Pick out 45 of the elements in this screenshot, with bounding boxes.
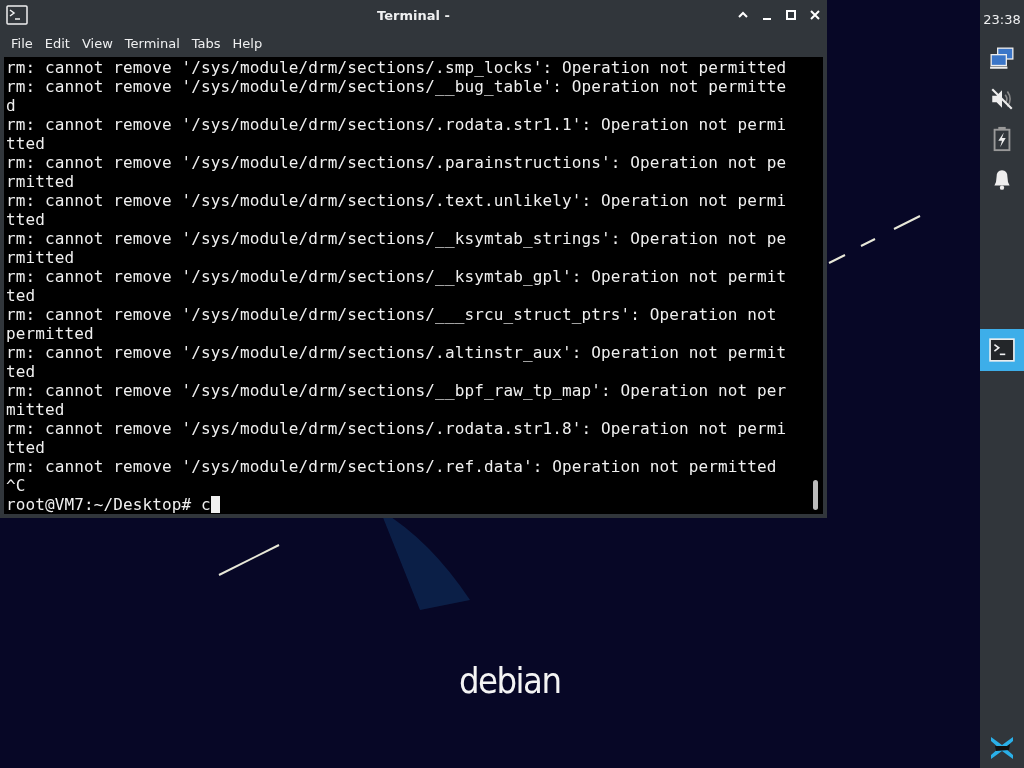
- terminal-line: ted: [6, 362, 37, 381]
- logo-text: debian: [459, 660, 561, 701]
- terminal-line: ted: [6, 286, 37, 305]
- network-icon[interactable]: [989, 46, 1015, 72]
- menu-item[interactable]: File: [5, 33, 39, 53]
- terminal-line: rm: cannot remove '/sys/module/drm/sections/.smp_locks': Operation not permitted: [6, 58, 788, 77]
- terminal-line: rm: cannot remove '/sys/module/drm/sections/.ref.data': Operation not permitted: [6, 457, 778, 476]
- terminal-line: rm: cannot remove '/sys/module/drm/sections/.text.unlikely': Operation not permi: [6, 191, 788, 210]
- terminal-line: rm: cannot remove '/sys/module/drm/sections/__bpf_raw_tp_map': Operation not per: [6, 381, 788, 400]
- terminal-line: rm: cannot remove '/sys/module/drm/sections/.altinstr_aux': Operation not permit: [6, 343, 788, 362]
- typed-command: c: [201, 495, 211, 514]
- menu-item[interactable]: Help: [226, 33, 269, 53]
- terminal-line: ^C: [6, 476, 27, 495]
- terminal-icon: [6, 5, 28, 25]
- terminal-line: rm: cannot remove '/sys/module/drm/sections/__ksymtab_gpl': Operation not permit: [6, 267, 788, 286]
- close-icon[interactable]: [809, 9, 821, 21]
- terminal-line: tted: [6, 210, 46, 229]
- terminal-line: rm: cannot remove '/sys/module/drm/sections/.rodata.str1.1': Operation not permi: [6, 115, 788, 134]
- maximize-icon[interactable]: [785, 9, 797, 21]
- clock[interactable]: 23:38: [983, 12, 1021, 27]
- window-title: Terminal -: [377, 7, 450, 23]
- shell-prompt: root@VM7:~/Desktop#: [6, 495, 192, 514]
- terminal-line: d: [6, 96, 17, 115]
- terminal-line: rmitted: [6, 248, 76, 267]
- launcher-icon[interactable]: [988, 734, 1016, 762]
- menu-item[interactable]: Tabs: [185, 33, 227, 53]
- terminal-line: rm: cannot remove '/sys/module/drm/sections/.parainstructions': Operation not pe: [6, 153, 788, 172]
- terminal-line: rm: cannot remove '/sys/module/drm/sections/.rodata.str1.8': Operation not permi: [6, 419, 788, 438]
- terminal-area[interactable]: [4, 57, 823, 514]
- menu-item[interactable]: Terminal: [118, 33, 186, 53]
- terminal-icon: [989, 338, 1015, 362]
- terminal-line: rm: cannot remove '/sys/module/drm/sections/__bug_table': Operation not permitte: [6, 77, 788, 96]
- text-cursor: [210, 496, 220, 513]
- terminal-line: tted: [6, 438, 46, 457]
- terminal-line: rm: cannot remove '/sys/module/drm/sections/__ksymtab_strings': Operation not pe: [6, 229, 788, 248]
- terminal-line: rmitted: [6, 172, 76, 191]
- menu-item[interactable]: Edit: [38, 33, 76, 53]
- menu-item[interactable]: View: [75, 33, 119, 53]
- scrollbar-thumb[interactable]: [813, 480, 818, 510]
- terminal-line: mitted: [6, 400, 66, 419]
- terminal-line: tted: [6, 134, 46, 153]
- terminal-line: permitted: [6, 324, 95, 343]
- muted-speaker-icon[interactable]: [989, 86, 1015, 112]
- terminal-line: rm: cannot remove '/sys/module/drm/sections/___srcu_struct_ptrs': Operation not: [6, 305, 778, 324]
- taskbar-button[interactable]: [980, 329, 1024, 371]
